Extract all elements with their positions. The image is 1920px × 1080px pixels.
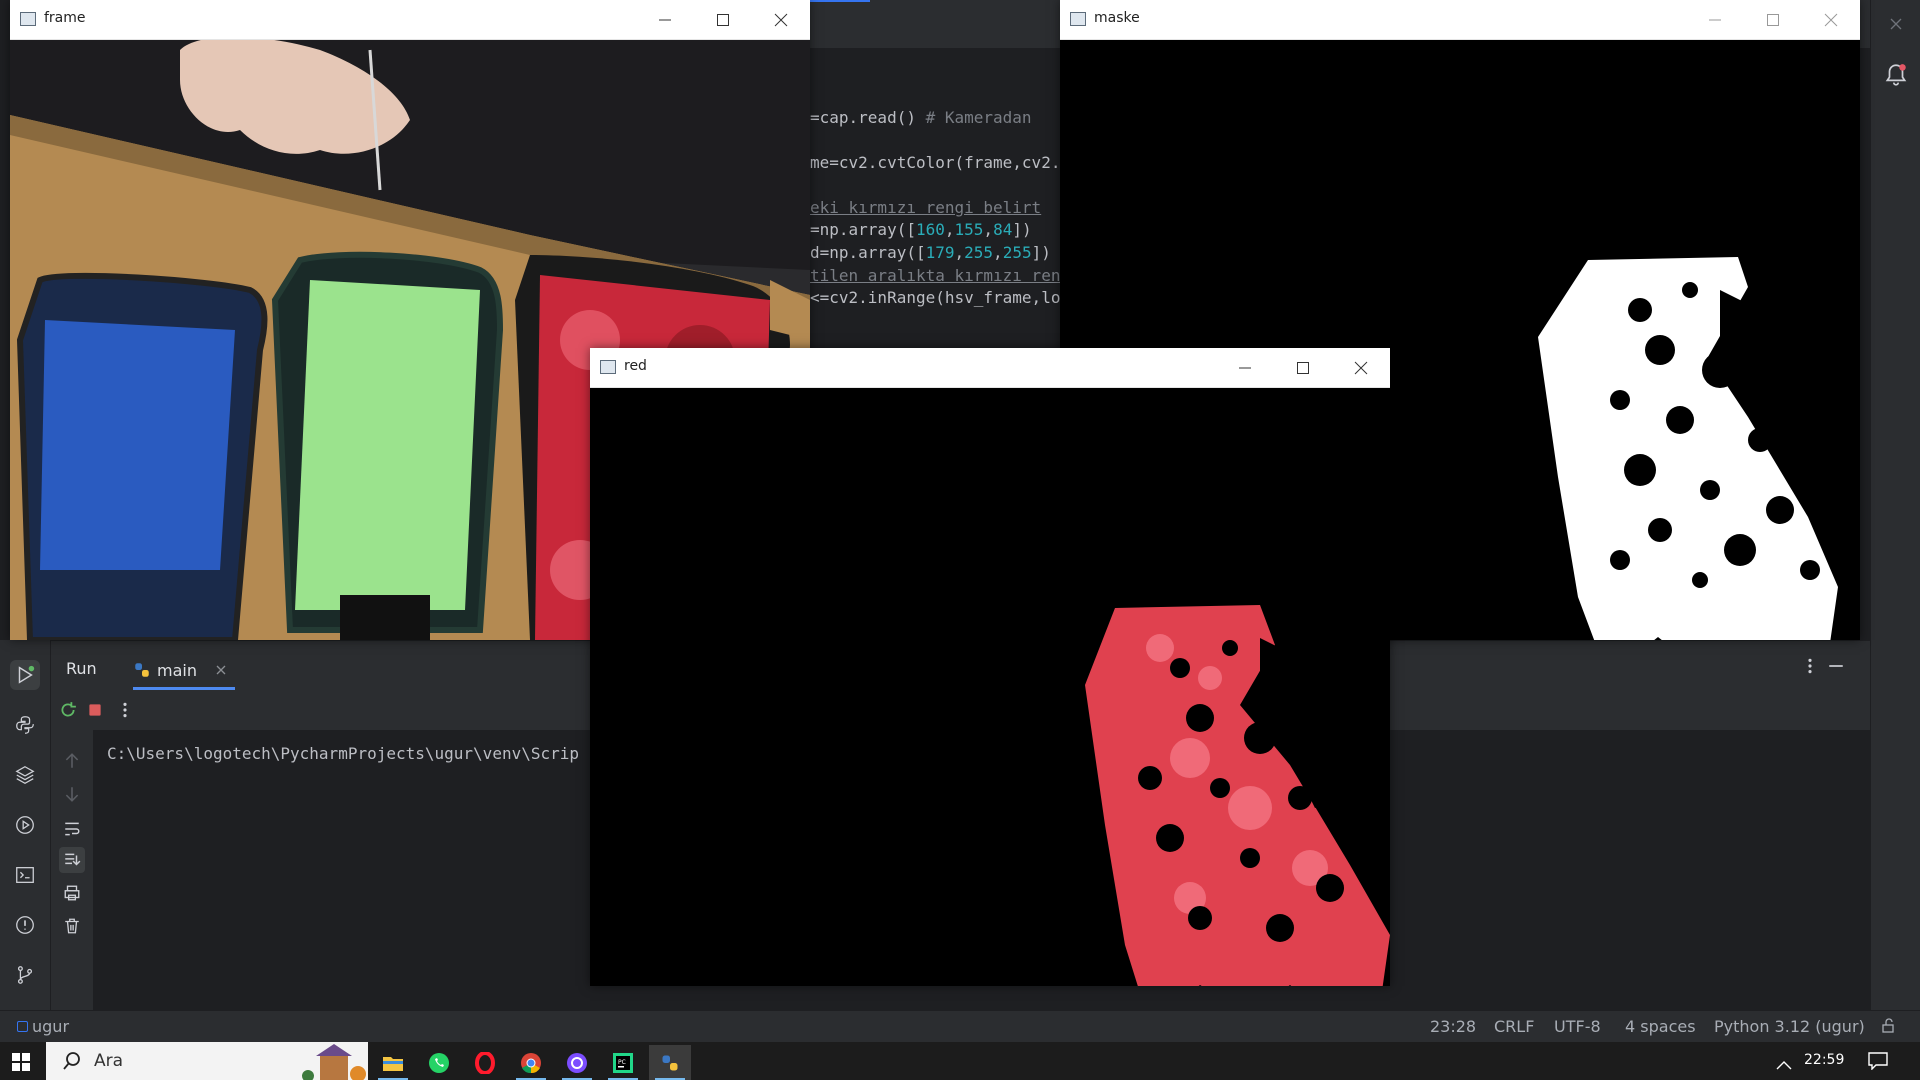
window-app-icon <box>600 360 616 374</box>
editor-tab-active-indicator <box>810 0 870 2</box>
console-line: C:\Users\logotech\PycharmProjects\ugur\v… <box>107 744 580 763</box>
file-explorer-icon[interactable] <box>372 1045 414 1080</box>
python-console-icon[interactable] <box>10 710 40 740</box>
file-encoding[interactable]: UTF-8 <box>1554 1017 1601 1036</box>
code-editor[interactable]: =cap.read() # Kameradan me=cv2.cvtColor(… <box>810 100 1060 350</box>
soft-wrap-icon[interactable] <box>59 816 85 842</box>
chrome-icon[interactable] <box>510 1045 552 1080</box>
run-tool-icon[interactable] <box>10 660 40 690</box>
code-line: <=cv2.inRange(hsv_frame,lo <box>810 288 1060 307</box>
problems-icon[interactable] <box>10 910 40 940</box>
red-window-title: red <box>624 358 647 374</box>
code-line: =cap.read() # Kameradan <box>810 108 1032 127</box>
maske-window-titlebar[interactable]: maske <box>1060 0 1860 40</box>
chevron-up-icon[interactable] <box>1776 1055 1792 1074</box>
rerun-icon[interactable] <box>55 697 81 723</box>
right-tool-strip <box>1870 0 1920 1010</box>
maske-window-title: maske <box>1094 10 1140 26</box>
close-icon[interactable] <box>1889 16 1903 30</box>
opera-icon[interactable] <box>464 1045 506 1080</box>
red-filtered-image <box>590 388 1390 986</box>
whatsapp-icon[interactable] <box>418 1045 460 1080</box>
minimize-button[interactable] <box>1686 0 1744 39</box>
window-app-icon <box>20 12 36 26</box>
more-options-icon[interactable] <box>1797 653 1823 679</box>
indent-setting[interactable]: 4 spaces <box>1625 1017 1696 1036</box>
red-window[interactable]: red <box>590 348 1390 986</box>
minimize-panel-icon[interactable] <box>1823 653 1849 679</box>
project-icon <box>17 1021 28 1032</box>
windows-start-icon[interactable] <box>0 1044 42 1079</box>
trash-icon[interactable] <box>59 913 85 939</box>
arrow-up-icon[interactable] <box>59 748 85 774</box>
run-tab-label: main <box>157 660 197 680</box>
window-app-icon <box>1070 12 1086 26</box>
close-button[interactable] <box>1332 348 1390 387</box>
git-branch-icon[interactable] <box>10 960 40 990</box>
frame-window-title: frame <box>44 10 86 26</box>
search-placeholder: Ara <box>94 1051 124 1071</box>
maximize-button[interactable] <box>1274 348 1332 387</box>
taskbar-clock[interactable]: 22:59 <box>1804 1052 1844 1068</box>
line-separator[interactable]: CRLF <box>1494 1017 1534 1036</box>
frame-window-titlebar[interactable]: frame <box>10 0 810 40</box>
more-options-icon[interactable] <box>112 697 138 723</box>
project-name[interactable]: ugur <box>32 1017 69 1036</box>
windows-taskbar: Ara PC 22:59 <box>0 1042 1920 1080</box>
code-line: =np.array([160,155,84]) <box>810 220 1032 239</box>
svg-text:PC: PC <box>618 1059 626 1066</box>
action-center-icon[interactable] <box>1868 1052 1888 1074</box>
status-bar: ugur 23:28 CRLF UTF-8 4 spaces Python 3.… <box>0 1010 1920 1043</box>
code-line: eki kırmızı rengi belirt <box>810 198 1042 217</box>
search-icon <box>63 1052 80 1070</box>
minimize-button[interactable] <box>1216 348 1274 387</box>
taskbar-search-box[interactable]: Ara <box>46 1042 368 1080</box>
maximize-button[interactable] <box>1744 0 1802 39</box>
search-highlight-icon <box>302 1044 366 1080</box>
red-window-titlebar[interactable]: red <box>590 348 1390 388</box>
code-line: tilen aralıkta kırmızı ren <box>810 266 1060 285</box>
services-icon[interactable] <box>10 810 40 840</box>
scroll-to-end-icon[interactable] <box>59 847 85 873</box>
run-tab-main[interactable]: main <box>133 649 227 691</box>
layers-icon[interactable] <box>10 760 40 790</box>
code-line: d=np.array([179,255,255]) <box>810 243 1051 262</box>
run-side-toolbar <box>51 730 94 1010</box>
unlock-icon[interactable] <box>1880 1018 1896 1038</box>
python-file-icon <box>135 663 149 677</box>
terminal-icon[interactable] <box>10 860 40 890</box>
code-line: me=cv2.cvtColor(frame,cv2. <box>810 153 1060 172</box>
maximize-button[interactable] <box>694 0 752 39</box>
stop-icon[interactable] <box>82 697 108 723</box>
pycharm-icon[interactable]: PC <box>602 1045 644 1080</box>
close-button[interactable] <box>752 0 810 39</box>
arrow-down-icon[interactable] <box>59 781 85 807</box>
minimize-button[interactable] <box>636 0 694 39</box>
close-button[interactable] <box>1802 0 1860 39</box>
app-icon[interactable] <box>556 1045 598 1080</box>
run-panel-title: Run <box>66 659 97 678</box>
notifications-bell-icon[interactable] <box>1883 62 1909 88</box>
print-icon[interactable] <box>59 880 85 906</box>
cursor-position[interactable]: 23:28 <box>1430 1017 1476 1036</box>
left-tool-strip <box>0 640 51 1010</box>
close-tab-icon[interactable] <box>215 664 227 676</box>
python-app-icon[interactable] <box>649 1045 691 1080</box>
python-interpreter[interactable]: Python 3.12 (ugur) <box>1714 1017 1865 1036</box>
